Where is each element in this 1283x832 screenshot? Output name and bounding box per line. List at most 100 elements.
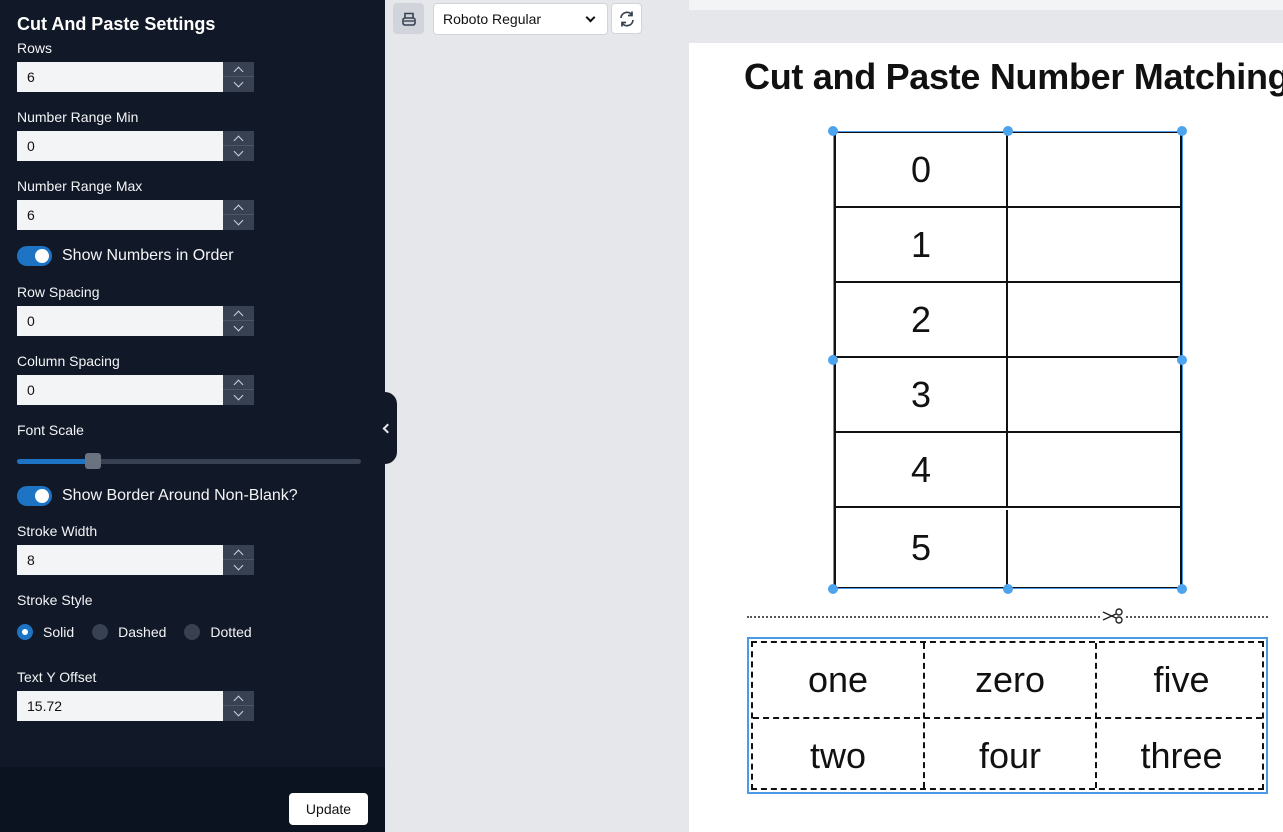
grid-row: 4	[836, 433, 1180, 508]
paste-box	[1008, 133, 1180, 206]
rows-decrement-button[interactable]	[223, 77, 254, 92]
font-select[interactable]: Roboto Regular	[433, 3, 608, 35]
scissors-icon	[1101, 606, 1125, 626]
cards-grid: one zero five two four three	[751, 641, 1264, 790]
chevron-down-icon	[585, 12, 596, 23]
grid-number: 4	[836, 433, 1008, 506]
show-border-row: Show Border Around Non-Blank?	[17, 486, 298, 506]
row-spacing-increment-button[interactable]	[223, 306, 254, 321]
paste-box	[1008, 208, 1180, 281]
range-max-increment-button[interactable]	[223, 200, 254, 215]
row-spacing-decrement-button[interactable]	[223, 321, 254, 336]
range-min-input[interactable]	[17, 131, 223, 161]
collapse-sidebar-button[interactable]	[375, 392, 397, 464]
resize-handle-bottom-left[interactable]	[828, 584, 838, 594]
stroke-style-dotted-option[interactable]: Dotted	[184, 624, 252, 640]
range-min-decrement-button[interactable]	[223, 146, 254, 161]
range-min-increment-button[interactable]	[223, 131, 254, 146]
radio-unselected-icon	[184, 624, 201, 640]
text-y-offset-increment-button[interactable]	[223, 691, 254, 706]
show-border-label: Show Border Around Non-Blank?	[62, 487, 298, 504]
chevron-down-icon	[233, 321, 244, 332]
radio-unselected-icon	[92, 624, 109, 640]
rows-label: Rows	[17, 40, 53, 56]
grid-number: 0	[836, 133, 1008, 206]
column-spacing-increment-button[interactable]	[223, 375, 254, 390]
chevron-down-icon	[233, 215, 244, 226]
number-grid[interactable]: 0 1 2 3 4 5	[834, 131, 1182, 589]
grid-row: 0	[836, 133, 1180, 208]
resize-handle-top-left[interactable]	[828, 126, 838, 136]
resize-handle-right[interactable]	[1177, 355, 1187, 365]
show-numbers-in-order-label: Show Numbers in Order	[62, 247, 234, 264]
worksheet-title[interactable]: Cut and Paste Number Matching	[744, 56, 1283, 98]
range-max-label: Number Range Max	[17, 178, 143, 194]
stroke-style-dashed-option[interactable]: Dashed	[92, 624, 166, 640]
range-min-stepper	[17, 131, 254, 161]
chevron-up-icon	[233, 135, 244, 145]
text-y-offset-input[interactable]	[17, 691, 223, 721]
font-select-value: Roboto Regular	[443, 11, 542, 27]
stroke-width-input[interactable]	[17, 545, 223, 575]
rows-increment-button[interactable]	[223, 62, 254, 77]
chevron-down-icon	[233, 146, 244, 157]
grid-number: 3	[836, 358, 1008, 431]
radio-selected-icon	[17, 624, 33, 640]
chevron-down-icon	[233, 706, 244, 717]
grid-row: 3	[836, 358, 1180, 433]
column-spacing-decrement-button[interactable]	[223, 390, 254, 405]
range-max-decrement-button[interactable]	[223, 215, 254, 230]
show-border-toggle[interactable]	[17, 486, 52, 506]
font-scale-label: Font Scale	[17, 422, 84, 438]
page-top-strip	[689, 0, 1283, 10]
paste-box	[1008, 510, 1180, 585]
row-spacing-input[interactable]	[17, 306, 223, 336]
resize-handle-top-right[interactable]	[1177, 126, 1187, 136]
stroke-style-label: Stroke Style	[17, 592, 93, 608]
resize-handle-bottom[interactable]	[1003, 584, 1013, 594]
chevron-left-icon	[382, 423, 393, 433]
cut-line	[747, 616, 1268, 618]
update-button[interactable]: Update	[289, 793, 368, 825]
font-scale-fill	[17, 459, 93, 464]
stroke-style-option-label: Solid	[43, 624, 75, 640]
refresh-button[interactable]	[611, 3, 642, 34]
font-scale-thumb[interactable]	[84, 453, 101, 469]
show-numbers-in-order-toggle[interactable]	[17, 246, 52, 266]
sidebar-title: Cut And Paste Settings	[17, 14, 216, 34]
chevron-down-icon	[233, 390, 244, 401]
font-scale-slider[interactable]	[17, 453, 361, 469]
grid-row: 2	[836, 283, 1180, 358]
paste-box	[1008, 433, 1180, 506]
stroke-style-option-label: Dotted	[210, 624, 252, 640]
stroke-width-increment-button[interactable]	[223, 545, 254, 560]
settings-sidebar: Cut And Paste Settings Rows Number Range…	[0, 0, 385, 832]
resize-handle-top[interactable]	[1003, 126, 1013, 136]
resize-handle-bottom-right[interactable]	[1177, 584, 1187, 594]
chevron-up-icon	[233, 310, 244, 320]
text-y-offset-label: Text Y Offset	[17, 669, 97, 685]
word-card: two	[809, 734, 867, 776]
grid-row: 5	[836, 510, 1180, 585]
rows-input[interactable]	[17, 62, 223, 92]
word-card: zero	[974, 659, 1046, 700]
row-spacing-label: Row Spacing	[17, 284, 100, 300]
word-card: four	[978, 734, 1042, 776]
grid-number: 2	[836, 283, 1008, 356]
word-card: one	[807, 659, 869, 700]
print-button[interactable]	[393, 3, 424, 34]
stroke-style-radio-group: Solid Dashed Dotted	[17, 624, 270, 640]
paste-box	[1008, 358, 1180, 431]
stroke-style-solid-option[interactable]: Solid	[17, 624, 74, 640]
word-card: five	[1153, 659, 1210, 700]
column-spacing-label: Column Spacing	[17, 353, 120, 369]
printer-icon	[401, 12, 416, 26]
cut-out-cards[interactable]: one zero five two four three	[747, 637, 1268, 794]
range-max-input[interactable]	[17, 200, 223, 230]
column-spacing-input[interactable]	[17, 375, 223, 405]
grid-number: 5	[836, 510, 1008, 585]
stroke-width-decrement-button[interactable]	[223, 560, 254, 575]
resize-handle-left[interactable]	[828, 355, 838, 365]
text-y-offset-decrement-button[interactable]	[223, 706, 254, 721]
refresh-icon	[619, 10, 634, 27]
